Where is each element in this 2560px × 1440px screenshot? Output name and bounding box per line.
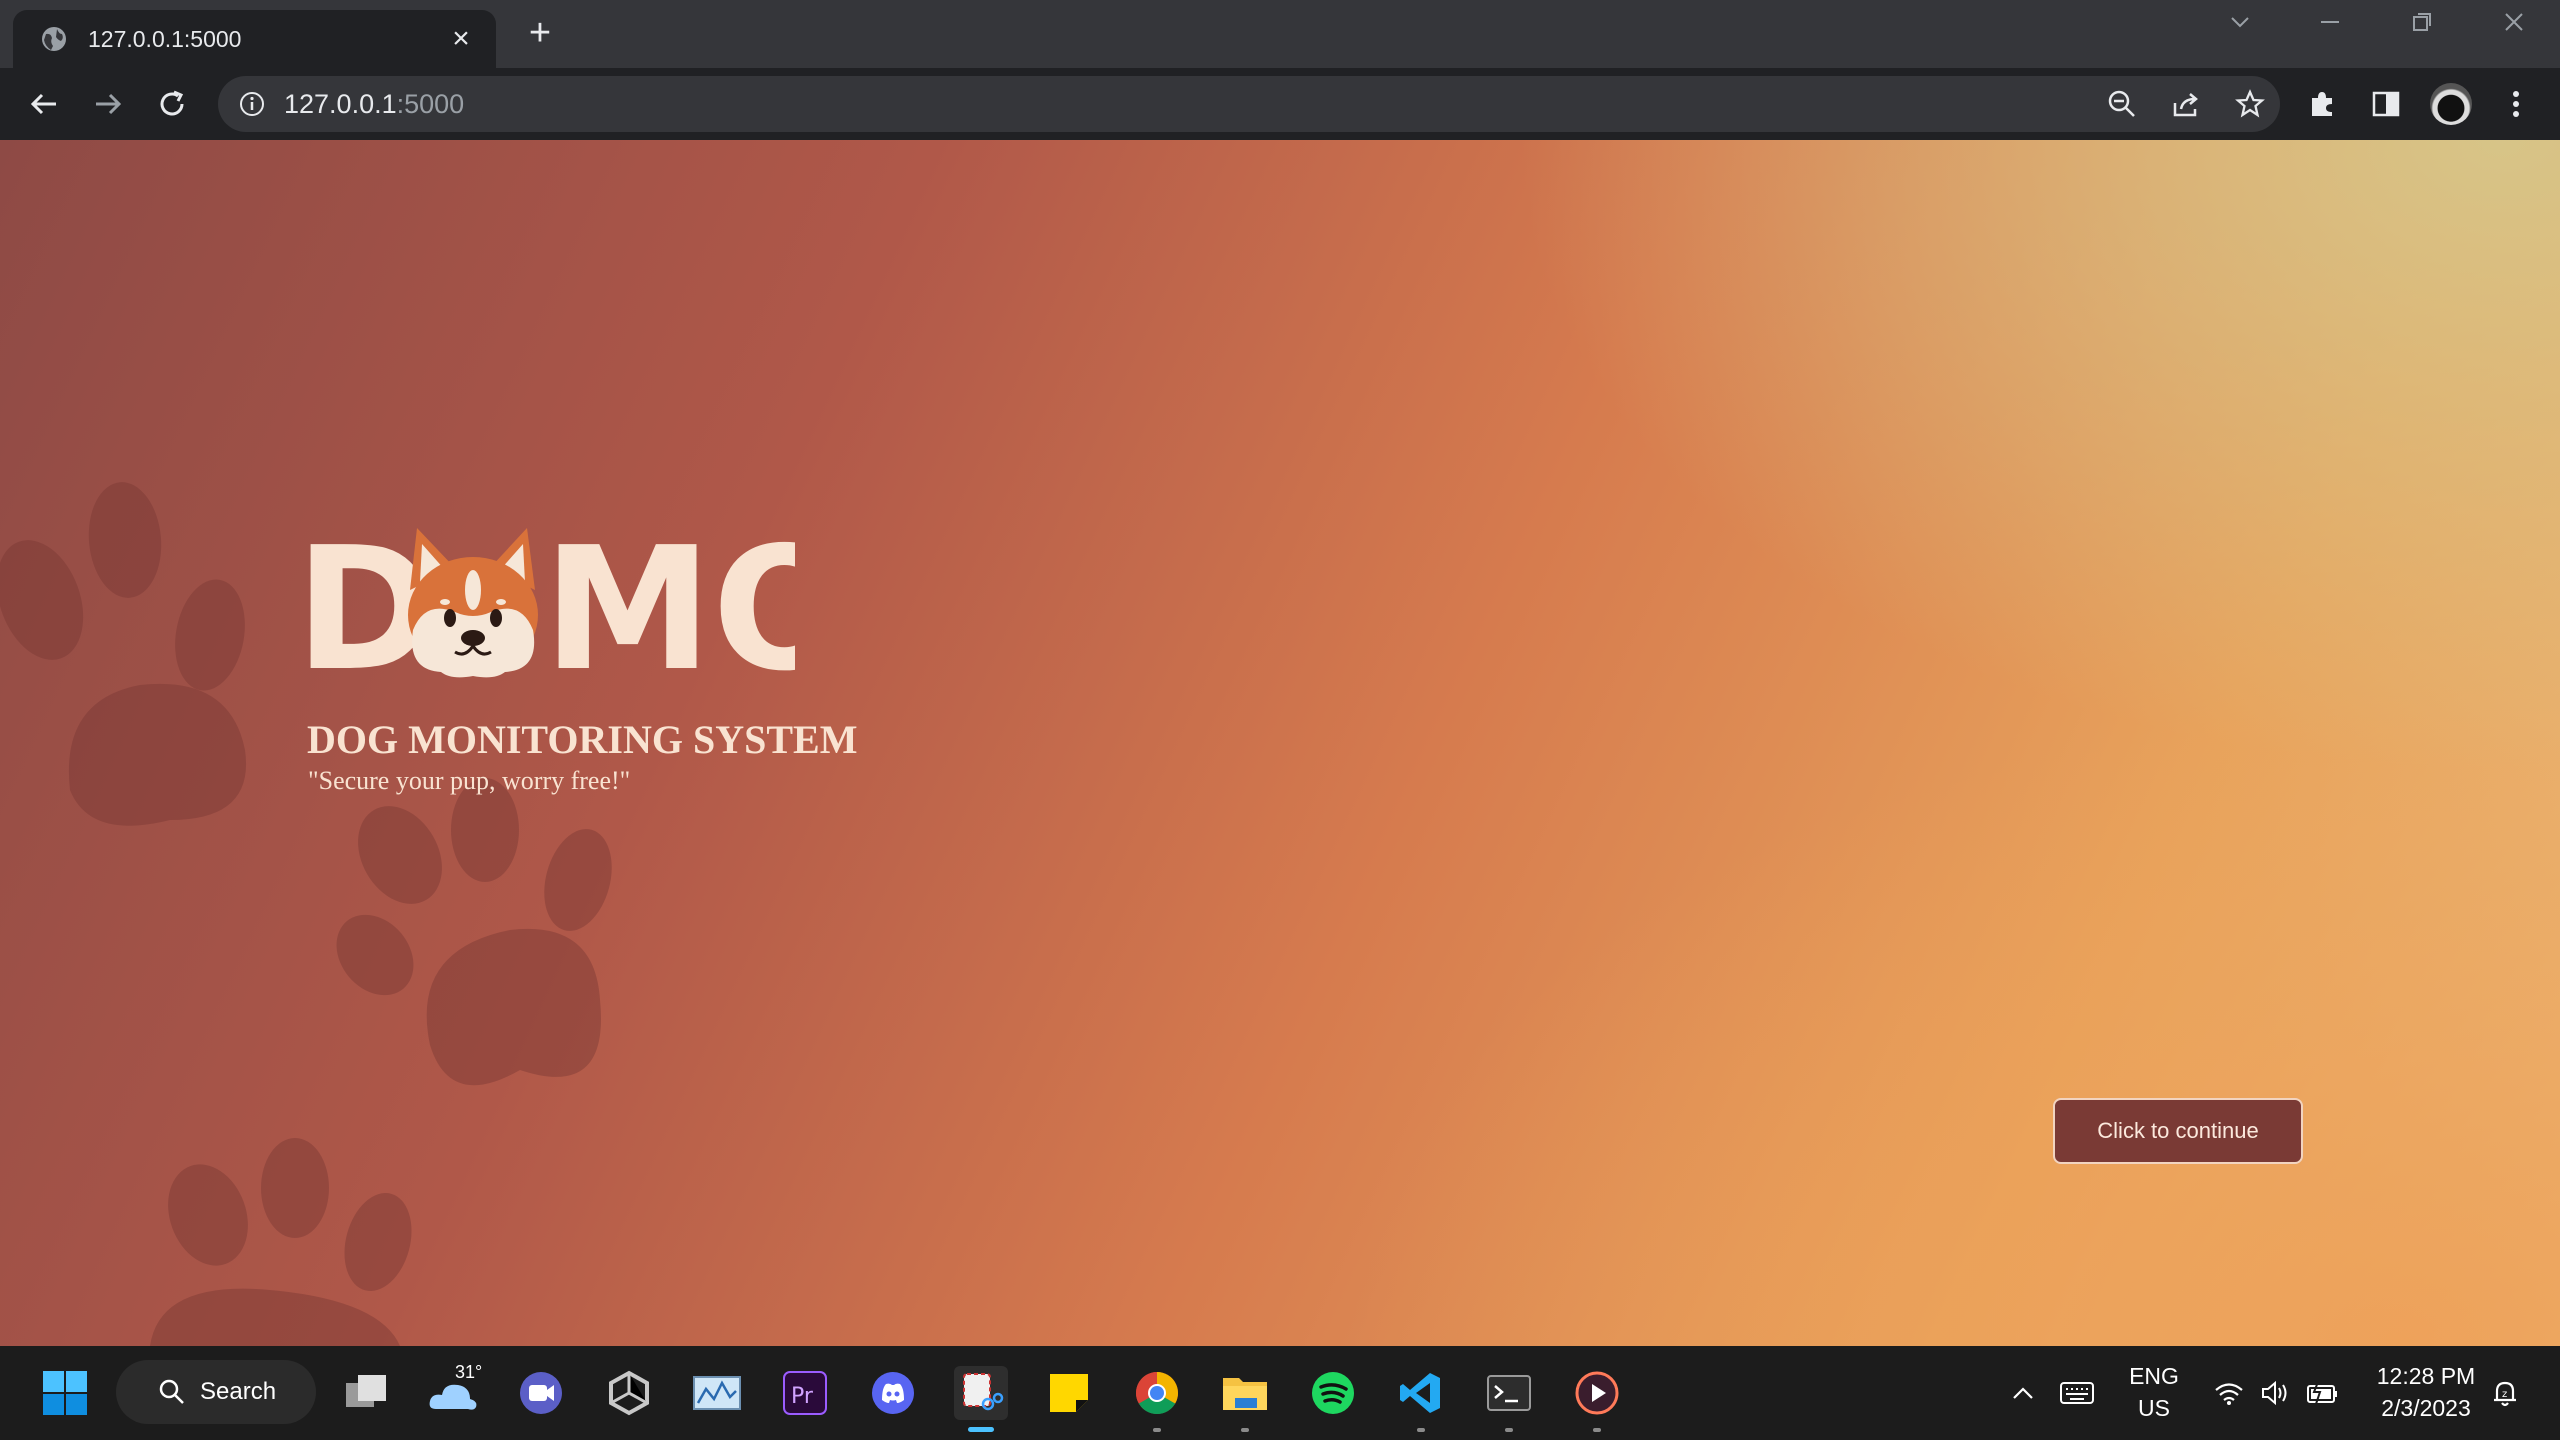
- search-label: Search: [200, 1378, 277, 1405]
- back-button[interactable]: [24, 84, 64, 124]
- monitor-app-icon[interactable]: [690, 1366, 744, 1420]
- url-port: :5000: [396, 88, 465, 119]
- clock-time: 12:28 PM: [2376, 1363, 2476, 1389]
- shiba-face-icon: [408, 528, 538, 678]
- sticky-notes-icon[interactable]: [1042, 1366, 1096, 1420]
- chrome-icon[interactable]: [1130, 1366, 1184, 1432]
- start-button[interactable]: [38, 1366, 92, 1420]
- reload-icon: [160, 90, 184, 116]
- tab-close-icon[interactable]: ×: [446, 22, 476, 56]
- reload-button[interactable]: [152, 84, 192, 124]
- tab-strip: 127.0.0.1:5000 × +: [0, 0, 2560, 68]
- restore-button[interactable]: [2402, 10, 2442, 41]
- bookmark-star-icon[interactable]: [2230, 86, 2270, 122]
- tab-title: 127.0.0.1:5000: [88, 25, 242, 52]
- volume-icon[interactable]: [2248, 1366, 2302, 1420]
- unity-app-icon[interactable]: [602, 1366, 656, 1420]
- domo-logo: D MO: [295, 520, 795, 680]
- continue-button[interactable]: Click to continue: [2053, 1098, 2303, 1164]
- forward-button[interactable]: [88, 84, 128, 124]
- windows-logo-icon: [43, 1371, 87, 1415]
- clock[interactable]: 12:28 PM 2/3/2023: [2364, 1360, 2488, 1424]
- web-page: D MO DOG MONITORING SYSTEM "Secure your …: [0, 140, 2560, 1346]
- page-subtitle: DOG MONITORING SYSTEM: [307, 717, 858, 762]
- vscode-icon[interactable]: [1394, 1366, 1448, 1432]
- task-view-icon[interactable]: [340, 1366, 394, 1420]
- spotify-icon[interactable]: [1306, 1366, 1360, 1420]
- page-tagline: "Secure your pup, worry free!": [308, 766, 631, 795]
- language-line1: ENG: [2129, 1363, 2179, 1389]
- window-close-button[interactable]: [2494, 10, 2534, 41]
- url-host: 127.0.0.1: [284, 88, 397, 119]
- keyboard-icon[interactable]: [2050, 1366, 2104, 1420]
- search-icon: [159, 1379, 184, 1404]
- arrow-left-icon: [30, 93, 56, 115]
- windows-taskbar: Search 31° Pr ENG US 12:28 PM 2/3/2023 z: [0, 1346, 2560, 1440]
- chevron-up-icon[interactable]: [1996, 1366, 2050, 1420]
- svg-text:z: z: [2502, 1389, 2507, 1400]
- info-icon[interactable]: [238, 90, 266, 118]
- side-panel-icon[interactable]: [2366, 84, 2406, 124]
- extensions-icon[interactable]: [2302, 84, 2342, 124]
- file-explorer-icon[interactable]: [1218, 1366, 1272, 1432]
- zoom-out-icon[interactable]: [2102, 86, 2142, 122]
- menu-kebab-icon[interactable]: [2496, 84, 2536, 124]
- new-tab-button[interactable]: +: [520, 14, 560, 54]
- meet-app-icon[interactable]: [514, 1366, 568, 1420]
- discord-icon[interactable]: [866, 1366, 920, 1420]
- taskbar-search[interactable]: Search: [116, 1360, 316, 1424]
- share-icon[interactable]: [2166, 86, 2206, 122]
- browser-toolbar: 127.0.0.1:5000: [0, 68, 2560, 140]
- browser-tab[interactable]: 127.0.0.1:5000 ×: [13, 10, 496, 68]
- media-player-icon[interactable]: [1570, 1366, 1624, 1432]
- profile-avatar[interactable]: [2430, 83, 2472, 125]
- terminal-icon[interactable]: [1482, 1366, 1536, 1432]
- logo-text-right: MO: [543, 520, 795, 680]
- notification-bell-icon[interactable]: z: [2478, 1366, 2532, 1420]
- svg-text:Pr: Pr: [791, 1384, 814, 1409]
- premiere-pro-icon[interactable]: Pr: [778, 1366, 832, 1420]
- language-indicator[interactable]: ENG US: [2120, 1360, 2188, 1424]
- language-line2: US: [2138, 1395, 2170, 1421]
- snipping-tool-icon[interactable]: [954, 1366, 1008, 1432]
- minimize-button[interactable]: [2310, 10, 2350, 41]
- globe-icon: [42, 27, 66, 51]
- arrow-right-icon: [96, 93, 122, 115]
- tab-search-chevron-icon[interactable]: [2220, 10, 2260, 41]
- address-bar[interactable]: 127.0.0.1:5000: [218, 76, 2280, 132]
- weather-temp: 31°: [455, 1362, 483, 1382]
- clock-date: 2/3/2023: [2381, 1395, 2471, 1421]
- battery-icon[interactable]: [2296, 1366, 2350, 1420]
